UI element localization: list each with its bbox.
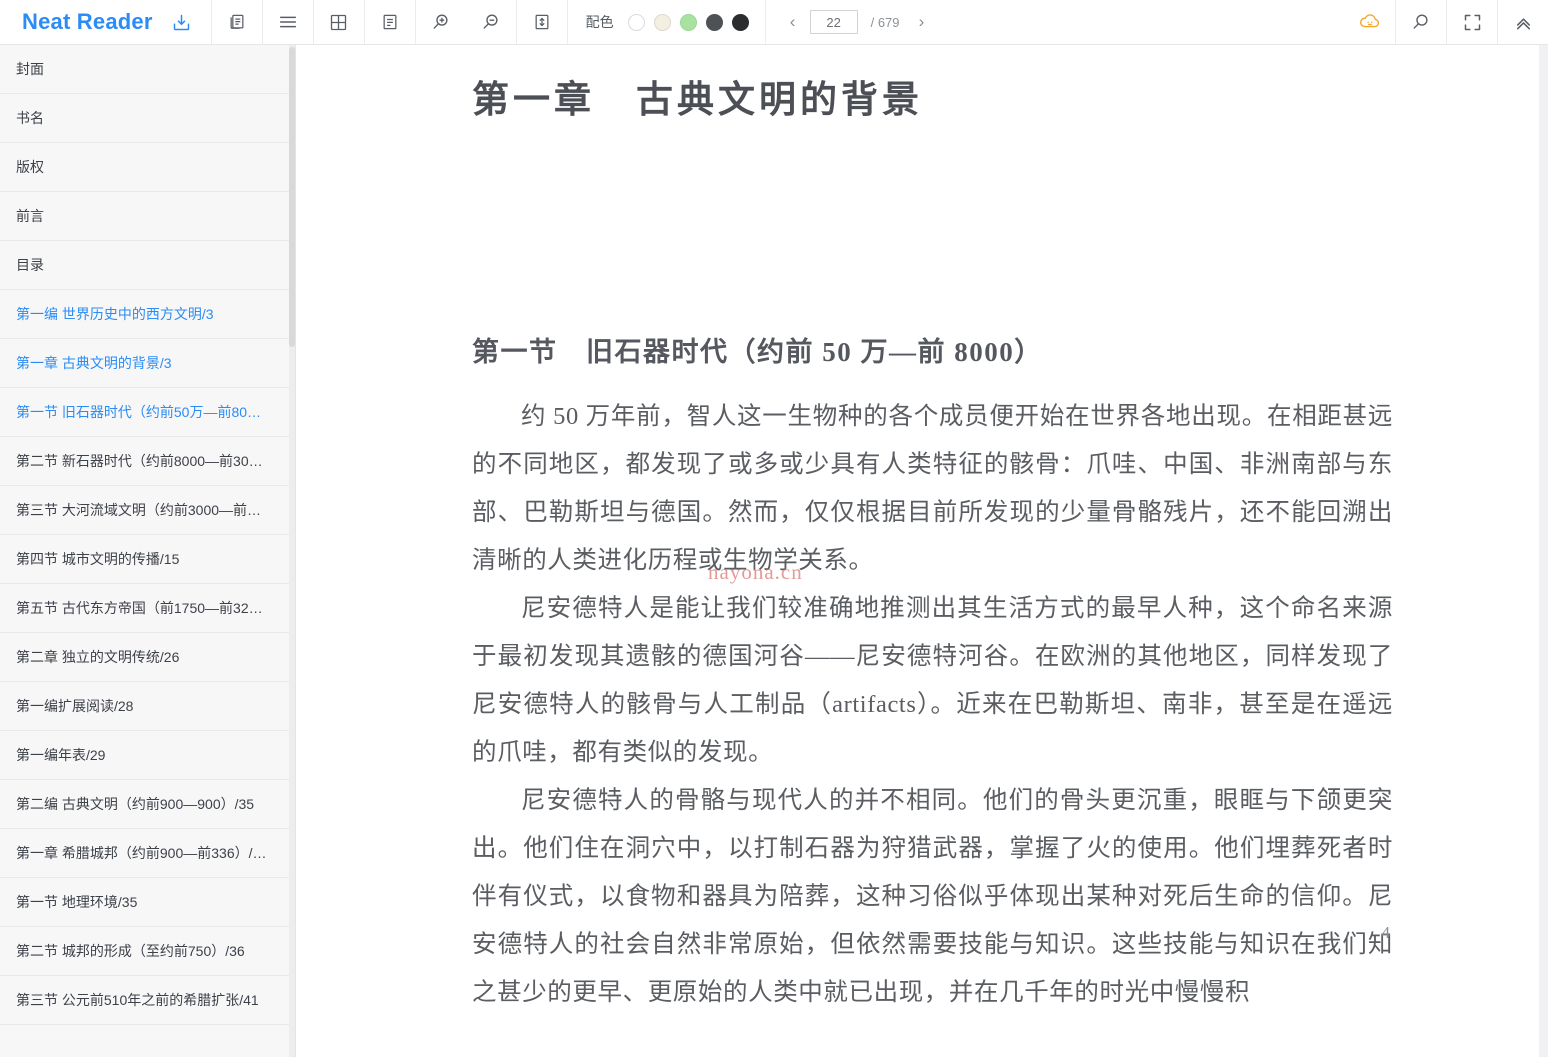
line-height-group xyxy=(517,0,568,44)
cloud-sync-icon[interactable] xyxy=(1345,0,1395,44)
grid-view-icon[interactable] xyxy=(314,0,364,44)
scheme-black-swatch[interactable] xyxy=(731,13,749,31)
sidebar-item-8[interactable]: 第二节 新石器时代（约前8000—前30… xyxy=(0,437,295,486)
sidebar-item-19[interactable]: 第三节 公元前510年之前的希腊扩张/41 xyxy=(0,976,295,1025)
scheme-white-swatch[interactable] xyxy=(627,13,645,31)
sidebar-item-0[interactable]: 封面 xyxy=(0,45,295,94)
paragraph-2: 尼安德特人是能让我们较准确地推测出其生活方式的最早人种，这个命名来源于最初发现其… xyxy=(472,595,1393,767)
sidebar-item-18[interactable]: 第二节 城邦的形成（至约前750）/36 xyxy=(0,927,295,976)
scheme-sepia-swatch[interactable] xyxy=(653,13,671,31)
notes-group xyxy=(365,0,416,44)
sidebar-item-12[interactable]: 第二章 独立的文明传统/26 xyxy=(0,633,295,682)
sidebar-item-11[interactable]: 第五节 古代东方帝国（前1750—前32… xyxy=(0,584,295,633)
toc-list: 封面 书名 版权 前言 目录 第一编 世界历史中的西方文明/3 第一章 古典文明… xyxy=(0,45,295,1025)
two-page-view-icon[interactable] xyxy=(212,0,262,44)
sidebar-item-17[interactable]: 第一节 地理环境/35 xyxy=(0,878,295,927)
top-toolbar: Neat Reader 配色 ‹ 22 / 679 › xyxy=(0,0,1548,45)
paragraph-3: 尼安德特人的骨骼与现代人的并不相同。他们的骨头更沉重，眼眶与下颌更突出。他们住在… xyxy=(472,787,1393,1007)
brand-group: Neat Reader xyxy=(0,0,212,44)
collapse-group xyxy=(1498,0,1548,44)
sidebar-item-5[interactable]: 第一编 世界历史中的西方文明/3 xyxy=(0,290,295,339)
notes-icon[interactable] xyxy=(365,0,415,44)
reader-scrollbar[interactable] xyxy=(1539,45,1548,1057)
sidebar-item-9[interactable]: 第三节 大河流域文明（约前3000—前… xyxy=(0,486,295,535)
grid-group xyxy=(314,0,365,44)
sidebar-item-3[interactable]: 前言 xyxy=(0,192,295,241)
sidebar-item-6[interactable]: 第一章 古典文明的背景/3 xyxy=(0,339,295,388)
section-title: 第一节 旧石器时代（约前 50 万—前 8000） xyxy=(472,336,1043,367)
sidebar-item-1[interactable]: 书名 xyxy=(0,94,295,143)
toc-sidebar: 封面 书名 版权 前言 目录 第一编 世界历史中的西方文明/3 第一章 古典文明… xyxy=(0,45,296,1057)
pager-group: ‹ / 679 › xyxy=(766,0,949,44)
zoom-in-icon[interactable] xyxy=(416,0,466,44)
scheme-green-swatch[interactable] xyxy=(679,13,697,31)
sidebar-scrollbar-thumb[interactable] xyxy=(289,47,295,347)
sidebar-item-2[interactable]: 版权 xyxy=(0,143,295,192)
color-scheme-group: 配色 xyxy=(568,0,766,44)
search-icon[interactable] xyxy=(1396,0,1446,44)
body-copy: 约 50 万年前，智人这一生物种的各个成员便开始在世界各地出现。在相距甚远的不同… xyxy=(296,371,1548,1017)
import-book-icon[interactable] xyxy=(167,0,197,44)
menu-icon[interactable] xyxy=(263,0,313,44)
fullscreen-group xyxy=(1447,0,1498,44)
reader-pane: 第一章 古典文明的背景 第一节 旧石器时代（约前 50 万—前 8000） 约 … xyxy=(296,45,1548,1057)
total-pages-label: / 679 xyxy=(870,14,900,30)
cloud-group xyxy=(1345,0,1396,44)
prev-page-button[interactable]: ‹ xyxy=(780,7,806,37)
line-height-icon[interactable] xyxy=(517,0,567,44)
paragraph-1: 约 50 万年前，智人这一生物种的各个成员便开始在世界各地出现。在相距甚远的不同… xyxy=(472,403,1393,575)
app-brand: Neat Reader xyxy=(22,9,153,34)
sidebar-item-13[interactable]: 第一编扩展阅读/28 xyxy=(0,682,295,731)
color-scheme-label: 配色 xyxy=(585,14,614,30)
sidebar-item-14[interactable]: 第一编年表/29 xyxy=(0,731,295,780)
page-title: 第一章 古典文明的背景 xyxy=(472,80,923,121)
scheme-gray-swatch[interactable] xyxy=(705,13,723,31)
zoom-group xyxy=(416,0,517,44)
sidebar-item-16[interactable]: 第一章 希腊城邦（约前900—前336）/… xyxy=(0,829,295,878)
sidebar-item-7[interactable]: 第一节 旧石器时代（约前50万—前80… xyxy=(0,388,295,437)
menu-group xyxy=(263,0,314,44)
sidebar-item-10[interactable]: 第四节 城市文明的传播/15 xyxy=(0,535,295,584)
collapse-toolbar-icon[interactable] xyxy=(1498,0,1548,44)
sidebar-item-15[interactable]: 第二编 古典文明（约前900—900）/35 xyxy=(0,780,295,829)
search-group xyxy=(1396,0,1447,44)
view-tools-group xyxy=(212,0,263,44)
sidebar-scrollbar[interactable] xyxy=(289,45,295,1057)
printed-page-number: 4 xyxy=(1381,923,1391,942)
book-page: 第一章 古典文明的背景 第一节 旧石器时代（约前 50 万—前 8000） 约 … xyxy=(296,45,1548,1057)
page-number-input[interactable] xyxy=(809,10,858,34)
fullscreen-icon[interactable] xyxy=(1447,0,1497,44)
sidebar-item-4[interactable]: 目录 xyxy=(0,241,295,290)
zoom-out-icon[interactable] xyxy=(466,0,516,44)
next-page-button[interactable]: › xyxy=(909,7,935,37)
